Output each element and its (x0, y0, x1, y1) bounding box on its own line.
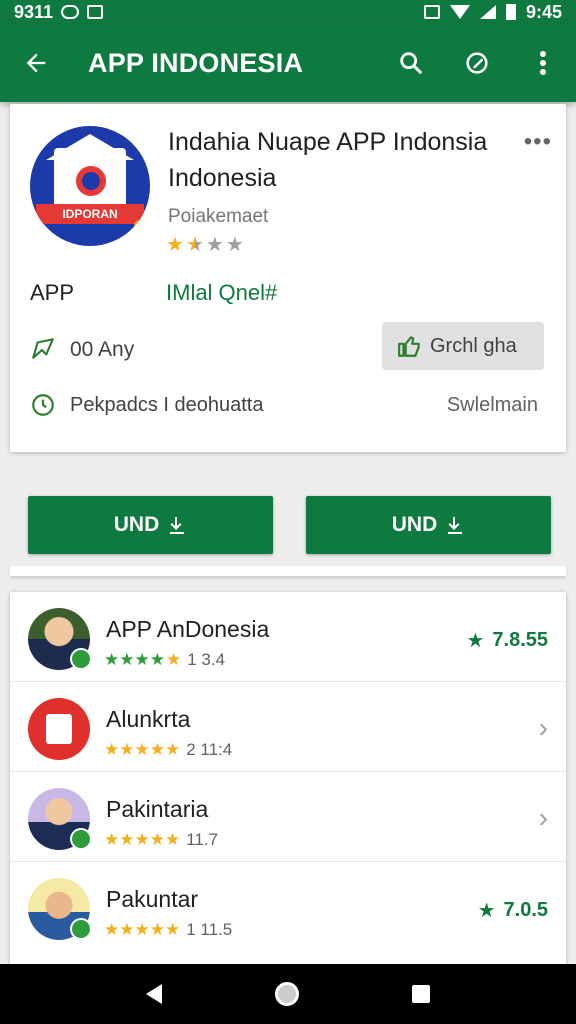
update-right-text: Swlelmain (446, 394, 538, 416)
send-icon (30, 336, 56, 362)
secondary-action-button[interactable]: UND (306, 496, 551, 554)
app-bar: APP INDONESIA (0, 24, 576, 102)
list-item[interactable]: Pakintaria ★★★★★ 11.7 › (10, 772, 566, 862)
score-value: 7.0.5 (503, 899, 548, 921)
arrow-back-icon (26, 53, 46, 73)
app-rating-stars: ★ ★ ★ ★ (166, 232, 244, 257)
chip-button[interactable]: Grchl gha (382, 322, 544, 370)
list-item-score: ★ 7.0.5 (478, 898, 548, 923)
notification-icon (61, 5, 80, 19)
system-nav-bar (0, 964, 576, 1024)
list-item[interactable]: Alunkrta ★★★★★ 2 11:4 › (10, 682, 566, 772)
primary-action-button[interactable]: UND (28, 496, 273, 554)
edit-button[interactable] (444, 24, 510, 102)
star-icon: ★ (225, 234, 244, 256)
page-title: APP INDONESIA (88, 47, 304, 78)
nav-back-icon[interactable] (146, 984, 163, 1004)
avatar (28, 698, 90, 760)
list-item-rating: ★★★★ ★ 1 3.4 (104, 650, 225, 670)
section-divider (10, 566, 566, 576)
rating-stars: ★★★★★ (104, 830, 181, 849)
list-item-score: ★ 7.8.55 (466, 628, 548, 653)
download-icon (170, 517, 185, 534)
signal-icon (479, 5, 496, 19)
list-item[interactable]: APP AnDonesia ★★★★ ★ 1 3.4 ★ 7.8.55 (10, 592, 566, 682)
app-icon-banner: IDPORAN (36, 204, 144, 224)
list-item-name: Pakuntar (106, 886, 199, 912)
score-value: 7.8.55 (492, 629, 548, 651)
app-icon[interactable]: IDPORAN (30, 126, 150, 246)
battery-icon (505, 4, 516, 20)
rating-text: 11.7 (186, 830, 219, 849)
wifi-icon (449, 5, 470, 19)
document-icon (46, 714, 72, 744)
verified-badge-icon (70, 648, 92, 670)
status-time-right: 9:45 (525, 1, 562, 22)
nav-home-icon[interactable] (274, 982, 299, 1006)
back-button[interactable] (0, 24, 72, 102)
status-time-left: 9311 (14, 1, 54, 22)
rating-stars: ★★★★★ (104, 740, 181, 759)
rating-text: 2 11:4 (186, 740, 233, 759)
star-icon: ★ (166, 234, 184, 256)
star-icon: ★ (466, 630, 485, 652)
list-item-name: APP AnDonesia (106, 616, 270, 642)
list-item[interactable]: Pakuntar ★★★★★ 1 11.5 ★ 7.0.5 (10, 862, 566, 952)
star-half-icon: ★ (185, 234, 204, 256)
download-icon (448, 517, 463, 534)
thumb-up-icon (398, 336, 420, 357)
star-icon: ★ (477, 900, 496, 922)
app-list: APP AnDonesia ★★★★ ★ 1 3.4 ★ 7.8.55 Alunk… (10, 592, 566, 964)
list-item-rating: ★★★★★ 1 11.5 (104, 920, 232, 940)
rating-text: 1 3.4 (187, 650, 226, 669)
status-bar: 9311 9:45 (0, 0, 576, 24)
rating-stars: ★★★★★ (104, 650, 182, 669)
list-item-name: Pakintaria (106, 796, 209, 822)
app-title: Indahia Nuape APP Indonsia Indonesia (168, 128, 488, 192)
more-horiz-icon[interactable]: ••• (524, 128, 552, 156)
rating-stars: ★★★★★ (104, 920, 181, 939)
clock-icon (30, 392, 56, 418)
rating-text: 1 11.5 (186, 920, 233, 939)
update-text: Pekpadcs I deohuatta (70, 394, 264, 416)
list-item-rating: ★★★★★ 2 11:4 (104, 740, 232, 760)
verified-badge-icon (70, 828, 92, 850)
installs-text: 00 Any (70, 338, 135, 361)
nav-recents-icon[interactable] (411, 985, 430, 1003)
app-category: APP (30, 280, 75, 305)
search-button[interactable] (378, 24, 444, 102)
secondary-action-label: UND (391, 513, 438, 536)
vibrate-icon (423, 5, 440, 19)
app-link[interactable]: IMlal Qnel# (166, 280, 277, 306)
gallery-icon (87, 5, 104, 19)
edit-icon (466, 52, 488, 74)
more-options-button[interactable] (510, 24, 576, 102)
list-item-name: Alunkrta (106, 706, 191, 732)
chip-label: Grchl gha (430, 334, 517, 357)
chevron-right-icon[interactable]: › (539, 712, 548, 744)
primary-action-label: UND (113, 513, 160, 536)
more-vert-icon (540, 51, 546, 75)
list-item-rating: ★★★★★ 11.7 (104, 830, 218, 850)
developer-name[interactable]: Poiakemaet (168, 206, 268, 228)
chevron-right-icon[interactable]: › (539, 802, 548, 834)
app-detail-card: IDPORAN Indahia Nuape APP Indonsia Indon… (10, 104, 566, 452)
verified-badge-icon (70, 918, 92, 940)
search-icon (400, 52, 422, 74)
star-icon: ★ (205, 234, 224, 256)
